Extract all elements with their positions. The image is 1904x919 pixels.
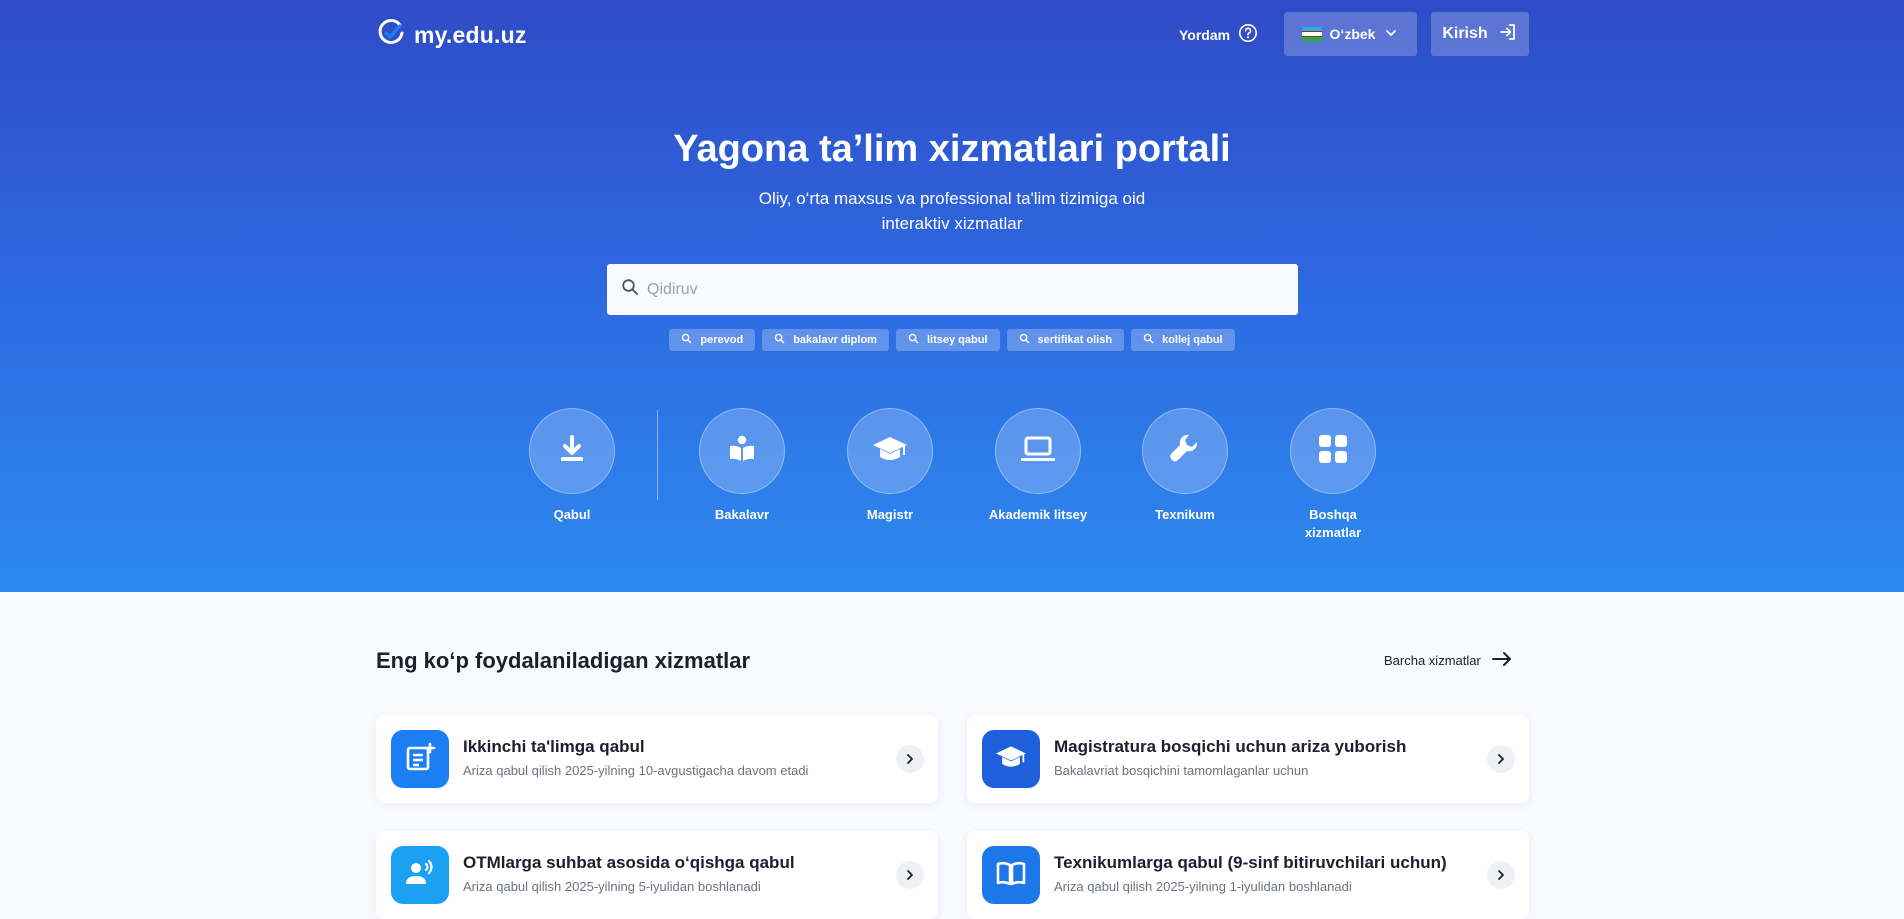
sign-in-icon <box>1498 22 1518 47</box>
category-icon-circle <box>847 408 933 494</box>
search-suggestions: perevod bakalavr diplom litsey qabul ser… <box>0 329 1904 351</box>
card-icon-box <box>982 846 1040 904</box>
category-divider <box>657 410 658 500</box>
suggestion-chip-litsey-qabul[interactable]: litsey qabul <box>895 329 1000 351</box>
card-icon-box <box>391 730 449 788</box>
card-title: OTMlarga suhbat asosida o‘qishga qabul <box>463 853 795 872</box>
language-label: O‘zbek <box>1329 26 1376 42</box>
service-card[interactable]: Magistratura bosqichi uchun ariza yubori… <box>967 715 1529 803</box>
graduation-cap-icon <box>871 432 909 471</box>
arrow-right-icon <box>1491 651 1513 670</box>
service-card[interactable]: Texnikumlarga qabul (9-sinf bitiruvchila… <box>967 831 1529 919</box>
hero-section: my.edu.uz Yordam O‘zbek Kirish Yagona ta… <box>0 0 1904 592</box>
section-title: Eng ko‘p foydalaniladigan xizmatlar <box>376 648 751 673</box>
document-add-icon <box>404 741 436 778</box>
category-icon-circle <box>1142 408 1228 494</box>
logo-text: my.edu.uz <box>414 22 527 48</box>
suggestion-label: litsey qabul <box>926 334 988 346</box>
card-description: Ariza qabul qilish 2025-yilning 5-iyulid… <box>463 879 761 894</box>
login-label: Kirish <box>1442 25 1488 42</box>
category-qabul[interactable]: Qabul <box>502 408 642 524</box>
category-boshqa-xizmatlar[interactable]: Boshqa xizmatlar <box>1263 408 1403 542</box>
login-button[interactable]: Kirish <box>1431 12 1529 56</box>
grid-icon <box>1317 433 1349 470</box>
search-icon <box>1143 333 1154 347</box>
card-description: Ariza qabul qilish 2025-yilning 10-avgus… <box>463 763 809 778</box>
all-services-link[interactable]: Barcha xizmatlar <box>1384 651 1513 670</box>
category-akademik-litsey[interactable]: Akademik litsey <box>968 408 1108 524</box>
category-bakalavr[interactable]: Bakalavr <box>672 408 812 524</box>
card-title: Texnikumlarga qabul (9-sinf bitiruvchila… <box>1054 853 1447 872</box>
all-services-label: Barcha xizmatlar <box>1384 653 1481 668</box>
suggestion-label: sertifikat olish <box>1037 334 1113 346</box>
help-link[interactable]: Yordam <box>1179 23 1258 46</box>
card-description: Ariza qabul qilish 2025-yilning 1-iyulid… <box>1054 879 1352 894</box>
category-icon-circle <box>995 408 1081 494</box>
chevron-right-icon[interactable] <box>1487 861 1515 889</box>
card-icon-box <box>982 730 1040 788</box>
question-circle-icon <box>1238 23 1258 46</box>
chevron-down-icon <box>1383 25 1399 44</box>
category-label: Qabul <box>553 507 591 522</box>
category-label: Akademik litsey <box>988 507 1088 522</box>
category-label: Texnikum <box>1155 507 1215 522</box>
suggestion-label: kollej qabul <box>1162 334 1223 346</box>
search-icon <box>1019 333 1030 347</box>
suggestion-chip-kollej-qabul[interactable]: kollej qabul <box>1131 329 1235 351</box>
service-card[interactable]: Ikkinchi ta'limga qabul Ariza qabul qili… <box>376 715 938 803</box>
suggestion-chip-sertifikat-olish[interactable]: sertifikat olish <box>1006 329 1125 351</box>
search-icon <box>681 333 692 347</box>
top-navbar: my.edu.uz Yordam O‘zbek Kirish <box>376 12 1529 56</box>
download-icon <box>555 432 589 471</box>
card-description: Bakalavriat bosqichini tamomlaganlar uch… <box>1054 763 1309 778</box>
suggestion-chip-bakalavr-diplom[interactable]: bakalavr diplom <box>762 329 889 351</box>
search-input[interactable] <box>647 280 1267 299</box>
category-label: Boshqa xizmatlar <box>1304 507 1362 540</box>
category-label: Magistr <box>866 507 914 522</box>
category-texnikum[interactable]: Texnikum <box>1115 408 1255 524</box>
uzbekistan-flag-icon <box>1301 27 1322 41</box>
speaking-person-icon <box>404 857 436 894</box>
category-magistr[interactable]: Magistr <box>820 408 960 524</box>
card-icon-box <box>391 846 449 904</box>
service-card[interactable]: OTMlarga suhbat asosida o‘qishga qabul A… <box>376 831 938 919</box>
category-nav: Qabul Bakalavr Magistr Akademik litsey T… <box>0 408 1904 548</box>
help-label: Yordam <box>1179 26 1231 43</box>
search-icon <box>774 333 785 347</box>
search-icon <box>908 333 919 347</box>
graduation-cap-icon <box>994 742 1028 777</box>
logo-check-icon <box>376 18 406 53</box>
category-label: Bakalavr <box>714 507 770 522</box>
logo[interactable]: my.edu.uz <box>376 18 527 53</box>
suggestion-label: bakalavr diplom <box>793 334 877 346</box>
wrench-icon <box>1167 431 1203 472</box>
suggestion-chip-perevod[interactable]: perevod <box>669 329 756 351</box>
reading-book-icon <box>725 432 759 471</box>
suggestion-label: perevod <box>700 334 744 346</box>
language-selector[interactable]: O‘zbek <box>1284 12 1417 56</box>
search-icon <box>621 278 639 301</box>
chevron-right-icon[interactable] <box>896 745 924 773</box>
card-title: Ikkinchi ta'limga qabul <box>463 737 645 756</box>
category-icon-circle <box>699 408 785 494</box>
category-icon-circle <box>1290 408 1376 494</box>
search-box[interactable] <box>607 264 1298 315</box>
page-subtitle: Oliy, o‘rta maxsus va professional ta'li… <box>758 189 1146 233</box>
chevron-right-icon[interactable] <box>1487 745 1515 773</box>
category-icon-circle <box>529 408 615 494</box>
card-title: Magistratura bosqichi uchun ariza yubori… <box>1054 737 1407 756</box>
open-book-icon <box>995 857 1027 894</box>
chevron-right-icon[interactable] <box>896 861 924 889</box>
page-title: Yagona ta’lim xizmatlari portali <box>673 128 1231 170</box>
laptop-icon <box>1019 434 1057 469</box>
